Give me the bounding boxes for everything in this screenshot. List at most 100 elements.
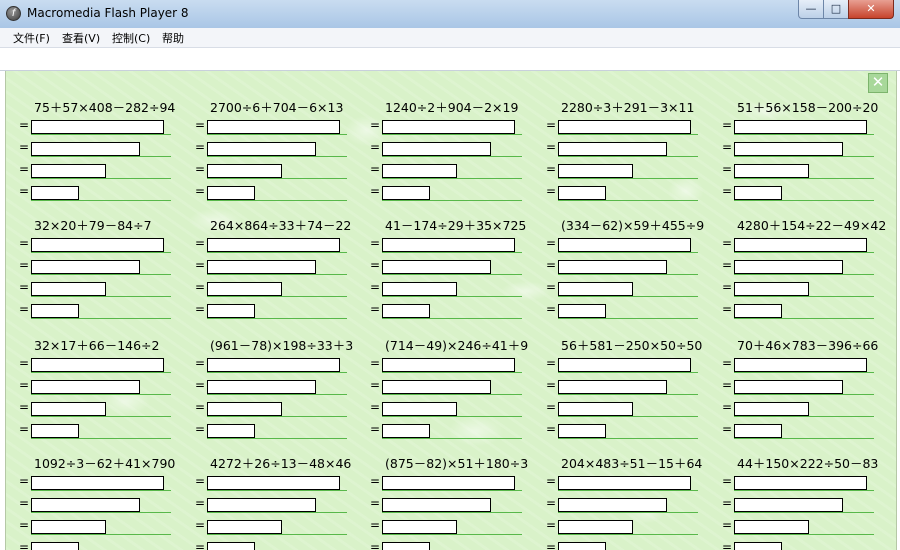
answer-input-step-4[interactable] xyxy=(382,542,430,550)
answer-input-step-1[interactable] xyxy=(382,358,515,372)
answer-input-step-1[interactable] xyxy=(734,476,867,490)
answer-input-step-1[interactable] xyxy=(31,358,164,372)
answer-input-step-3[interactable] xyxy=(734,282,809,296)
answer-input-step-2[interactable] xyxy=(382,498,491,512)
answer-input-step-1[interactable] xyxy=(734,120,867,134)
answer-input-step-4[interactable] xyxy=(382,424,430,438)
answer-input-step-2[interactable] xyxy=(382,260,491,274)
answer-input-step-2[interactable] xyxy=(734,142,843,156)
title-bar[interactable]: f Macromedia Flash Player 8 — □ ✕ xyxy=(0,0,900,29)
menu-help[interactable]: 帮助 xyxy=(162,30,184,46)
answer-input-step-2[interactable] xyxy=(382,380,491,394)
answer-input-step-2[interactable] xyxy=(734,380,843,394)
answer-input-step-4[interactable] xyxy=(207,186,255,200)
answer-input-step-4[interactable] xyxy=(734,424,782,438)
problem-expression: (334－62)×59＋455÷9 xyxy=(561,218,705,233)
equals-sign: = xyxy=(722,118,733,132)
answer-input-step-4[interactable] xyxy=(207,424,255,438)
answer-input-step-3[interactable] xyxy=(207,520,282,534)
answer-input-step-1[interactable] xyxy=(207,238,340,252)
answer-input-step-3[interactable] xyxy=(382,282,457,296)
answer-input-step-4[interactable] xyxy=(31,304,79,318)
answer-input-step-3[interactable] xyxy=(558,520,633,534)
menu-view[interactable]: 查看(V) xyxy=(62,30,100,46)
flash-stage[interactable]: ✕ 75＋57×408－282÷94 = = = = 2700÷6＋704－6×13 = = =… xyxy=(5,71,897,550)
answer-input-step-3[interactable] xyxy=(31,164,106,178)
minimize-button[interactable]: — xyxy=(798,0,824,19)
close-button[interactable]: ✕ xyxy=(848,0,894,19)
menu-file[interactable]: 文件(F) xyxy=(13,30,50,46)
answer-input-step-3[interactable] xyxy=(734,402,809,416)
flash-player-icon[interactable]: f xyxy=(6,6,21,21)
answer-input-step-4[interactable] xyxy=(382,304,430,318)
answer-input-step-2[interactable] xyxy=(207,498,316,512)
stage-close-button[interactable]: ✕ xyxy=(868,73,888,93)
answer-input-step-1[interactable] xyxy=(207,120,340,134)
answer-input-step-2[interactable] xyxy=(558,142,667,156)
equals-sign: = xyxy=(195,236,206,250)
answer-input-step-1[interactable] xyxy=(558,358,691,372)
answer-input-step-4[interactable] xyxy=(558,186,606,200)
answer-input-step-3[interactable] xyxy=(558,164,633,178)
answer-input-step-2[interactable] xyxy=(31,260,140,274)
answer-input-step-2[interactable] xyxy=(558,498,667,512)
answer-input-step-1[interactable] xyxy=(382,476,515,490)
answer-input-step-2[interactable] xyxy=(31,380,140,394)
answer-input-step-2[interactable] xyxy=(382,142,491,156)
answer-input-step-2[interactable] xyxy=(207,142,316,156)
answer-input-step-4[interactable] xyxy=(31,542,79,550)
answer-input-step-1[interactable] xyxy=(382,238,515,252)
answer-input-step-4[interactable] xyxy=(207,542,255,550)
problem-expression: (961－78)×198÷33＋3 xyxy=(210,338,354,353)
answer-input-step-3[interactable] xyxy=(734,520,809,534)
answer-input-step-1[interactable] xyxy=(31,238,164,252)
answer-input-step-4[interactable] xyxy=(31,186,79,200)
answer-input-step-1[interactable] xyxy=(31,476,164,490)
answer-input-step-3[interactable] xyxy=(207,164,282,178)
answer-input-step-3[interactable] xyxy=(31,282,106,296)
answer-input-step-2[interactable] xyxy=(207,380,316,394)
answer-input-step-4[interactable] xyxy=(734,304,782,318)
answer-input-step-1[interactable] xyxy=(558,120,691,134)
answer-input-step-1[interactable] xyxy=(558,476,691,490)
answer-input-step-3[interactable] xyxy=(207,402,282,416)
answer-input-step-4[interactable] xyxy=(207,304,255,318)
answer-input-step-3[interactable] xyxy=(382,520,457,534)
answer-input-step-4[interactable] xyxy=(734,186,782,200)
answer-input-step-4[interactable] xyxy=(382,186,430,200)
answer-input-step-2[interactable] xyxy=(734,498,843,512)
equals-sign: = xyxy=(19,356,30,370)
answer-input-step-1[interactable] xyxy=(207,476,340,490)
answer-input-step-4[interactable] xyxy=(31,424,79,438)
answer-input-step-3[interactable] xyxy=(31,402,106,416)
answer-input-step-3[interactable] xyxy=(382,402,457,416)
answer-input-step-2[interactable] xyxy=(558,260,667,274)
answer-input-step-3[interactable] xyxy=(31,520,106,534)
guide-line xyxy=(31,512,171,513)
answer-input-step-2[interactable] xyxy=(558,380,667,394)
answer-input-step-4[interactable] xyxy=(558,424,606,438)
answer-input-step-1[interactable] xyxy=(382,120,515,134)
maximize-button[interactable]: □ xyxy=(823,0,849,19)
answer-input-step-4[interactable] xyxy=(558,304,606,318)
answer-input-step-3[interactable] xyxy=(734,164,809,178)
answer-input-step-3[interactable] xyxy=(558,402,633,416)
answer-input-step-1[interactable] xyxy=(31,120,164,134)
answer-input-step-3[interactable] xyxy=(207,282,282,296)
answer-input-step-2[interactable] xyxy=(207,260,316,274)
answer-input-step-3[interactable] xyxy=(558,282,633,296)
answer-input-step-4[interactable] xyxy=(734,542,782,550)
answer-input-step-2[interactable] xyxy=(734,260,843,274)
answer-input-step-3[interactable] xyxy=(382,164,457,178)
answer-input-step-2[interactable] xyxy=(31,142,140,156)
equals-sign: = xyxy=(370,258,381,272)
answer-input-step-1[interactable] xyxy=(207,358,340,372)
guide-line xyxy=(31,438,171,439)
menu-control[interactable]: 控制(C) xyxy=(112,30,150,46)
answer-input-step-1[interactable] xyxy=(734,238,867,252)
guide-line xyxy=(207,156,347,157)
answer-input-step-1[interactable] xyxy=(734,358,867,372)
answer-input-step-4[interactable] xyxy=(558,542,606,550)
answer-input-step-2[interactable] xyxy=(31,498,140,512)
answer-input-step-1[interactable] xyxy=(558,238,691,252)
